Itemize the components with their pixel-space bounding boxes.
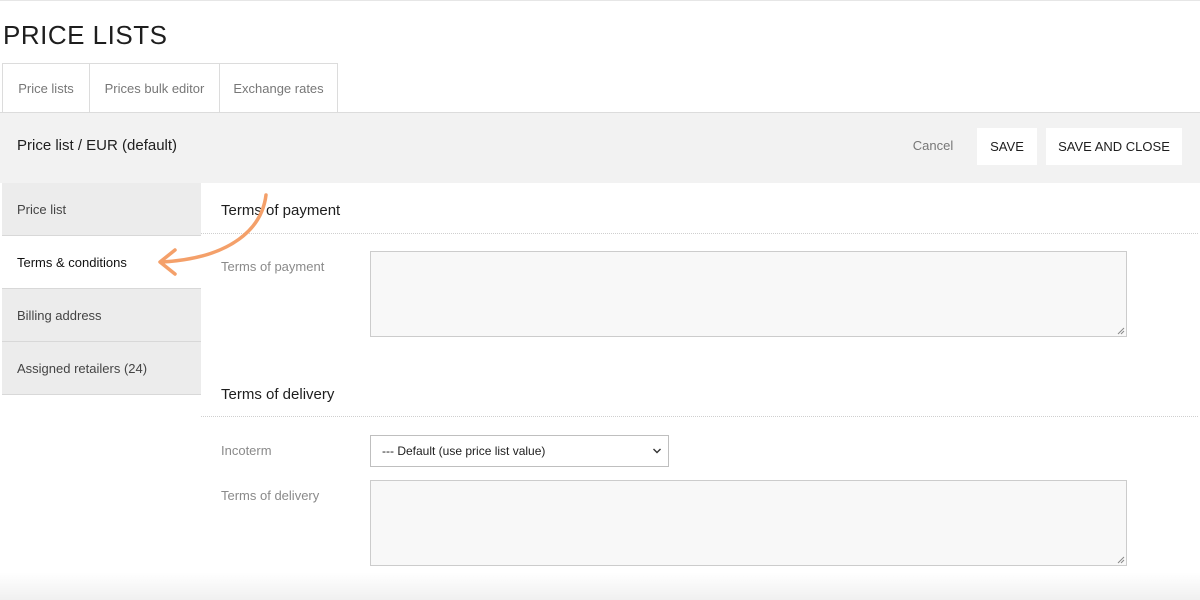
tab-price-lists[interactable]: Price lists [2, 63, 90, 113]
save-button[interactable]: SAVE [977, 128, 1037, 165]
terms-of-delivery-label: Terms of delivery [221, 488, 320, 503]
tab-exchange-rates[interactable]: Exchange rates [219, 63, 338, 113]
sidebar-item-billing-address[interactable]: Billing address [2, 289, 201, 342]
sidebar-item-terms-conditions[interactable]: Terms & conditions [2, 236, 201, 289]
page-title: PRICE LISTS [3, 20, 168, 50]
tab-prices-bulk-editor[interactable]: Prices bulk editor [89, 63, 220, 113]
tab-bar: Price lists Prices bulk editor Exchange … [2, 63, 338, 113]
main-content: Terms of payment Terms of payment Terms … [201, 183, 1198, 600]
section-title-delivery: Terms of delivery [221, 386, 335, 403]
header-bar: Price list / EUR (default) Cancel SAVE S… [0, 113, 1200, 183]
section-divider [201, 233, 1198, 234]
incoterm-select[interactable]: --- Default (use price list value) [370, 435, 669, 467]
terms-of-payment-textarea[interactable] [370, 251, 1127, 337]
sidebar: Price list Terms & conditions Billing ad… [2, 183, 201, 395]
sidebar-item-assigned-retailers[interactable]: Assigned retailers (24) [2, 342, 201, 395]
top-divider [0, 0, 1200, 1]
save-and-close-button[interactable]: SAVE AND CLOSE [1046, 128, 1182, 165]
terms-of-delivery-textarea[interactable] [370, 480, 1127, 566]
sidebar-item-price-list[interactable]: Price list [2, 183, 201, 236]
cancel-button[interactable]: Cancel [900, 127, 966, 164]
resize-handle-icon[interactable] [1117, 327, 1125, 335]
section-title-payment: Terms of payment [221, 202, 341, 219]
section-divider [201, 416, 1198, 417]
chevron-down-icon [653, 448, 661, 454]
breadcrumb: Price list / EUR (default) [17, 137, 178, 154]
resize-handle-icon[interactable] [1117, 556, 1125, 564]
incoterm-label: Incoterm [221, 443, 272, 458]
incoterm-selected-value: --- Default (use price list value) [382, 444, 546, 458]
terms-of-payment-label: Terms of payment [221, 259, 325, 274]
